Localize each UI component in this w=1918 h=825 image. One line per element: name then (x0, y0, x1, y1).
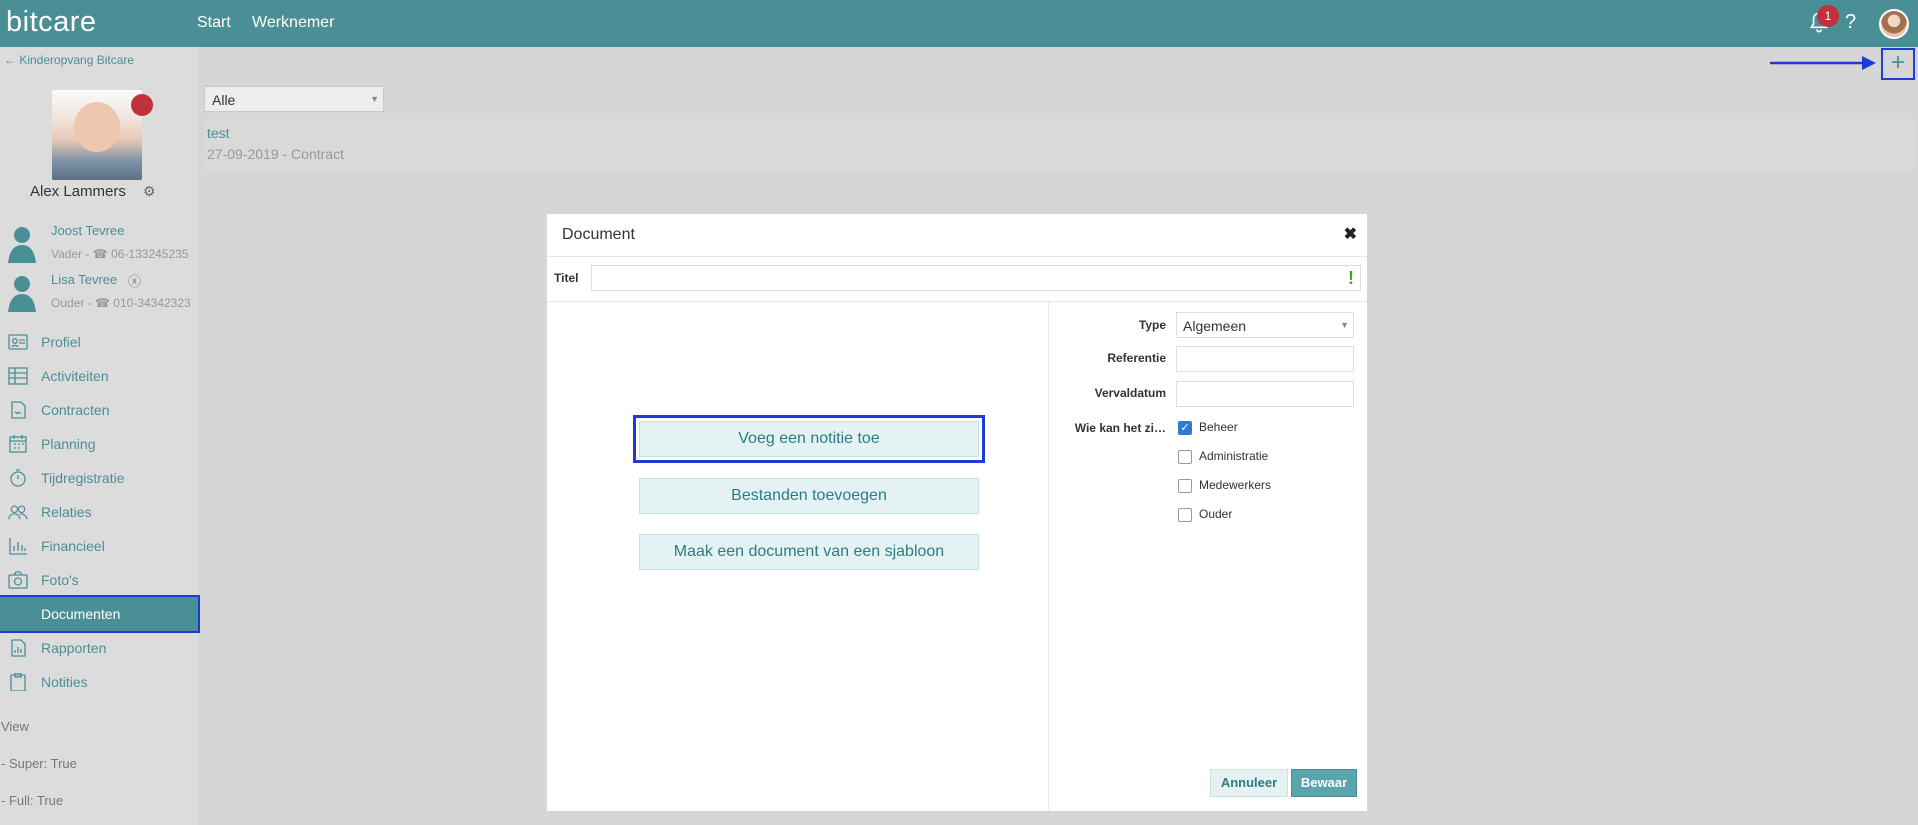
folders-icon (8, 607, 27, 621)
sidebar-item-label: Relaties (41, 504, 92, 520)
contact-name[interactable]: Lisa Tevree (51, 272, 117, 287)
cancel-button[interactable]: Annuleer (1210, 769, 1288, 797)
filter-selected-value: Alle (212, 92, 236, 108)
checkbox-administratie[interactable] (1178, 450, 1192, 464)
sidebar-item-tijdregistratie[interactable]: Tijdregistratie (0, 461, 198, 495)
required-warning-icon: ! (1348, 268, 1354, 288)
contact-info: Ouder - ☎ 010-34342323 (51, 296, 191, 310)
chevron-down-icon: ▼ (370, 94, 379, 104)
camera-icon (8, 571, 28, 589)
add-files-button[interactable]: Bestanden toevoegen (639, 478, 979, 514)
expiry-date-input[interactable] (1176, 381, 1354, 407)
sidebar-item-label: Activiteiten (41, 368, 109, 384)
stopwatch-icon (10, 469, 26, 487)
sidebar-item-label: Planning (41, 436, 96, 452)
save-button[interactable]: Bewaar (1291, 769, 1357, 797)
add-document-button[interactable]: + (1881, 48, 1915, 80)
sidebar-item-label: Profiel (41, 334, 81, 350)
checkbox-beheer[interactable]: ✓ (1178, 421, 1192, 435)
sidebar-item-notities[interactable]: Notities (0, 665, 198, 699)
type-label: Type (1138, 318, 1166, 332)
status-dot (131, 94, 153, 116)
checkbox-medewerkers[interactable] (1178, 479, 1192, 493)
person-silhouette-icon (8, 276, 36, 312)
bar-chart-icon (9, 538, 27, 555)
template-document-button[interactable]: Maak een document van een sjabloon (639, 534, 979, 570)
document-filter-select[interactable]: Alle ▼ (204, 86, 384, 112)
sidebar-item-financieel[interactable]: Financieel (0, 529, 198, 563)
help-icon[interactable]: ? (1845, 11, 1856, 34)
divider (547, 256, 1367, 257)
divider (1048, 302, 1049, 810)
title-input[interactable]: ! (591, 265, 1361, 291)
modal-title: Document (562, 226, 635, 243)
sidebar-item-documenten[interactable]: Documenten (0, 595, 200, 633)
child-name: Alex Lammers (30, 183, 126, 200)
calendar-icon (9, 435, 27, 453)
sidebar-item-rapporten[interactable]: Rapporten (0, 631, 198, 665)
close-icon[interactable]: ✖ (1344, 224, 1357, 244)
sidebar-item-relaties[interactable]: Relaties (0, 495, 198, 529)
visibility-label: Wie kan het zi… (1074, 421, 1166, 435)
expiry-date-label: Vervaldatum (1094, 386, 1166, 400)
annotation-arrow (1770, 56, 1876, 70)
document-modal: Document ✖ Titel ! Voeg een notitie toe … (547, 214, 1367, 811)
nav-start[interactable]: Start (197, 14, 231, 32)
document-title[interactable]: test (207, 125, 230, 141)
sidebar-item-label: Contracten (41, 402, 110, 418)
divider (547, 301, 1367, 302)
document-list-item[interactable]: test 27-09-2019 - Contract (204, 118, 1914, 172)
contact-item[interactable]: Lisa Tevree ⓧ Ouder - ☎ 010-34342323 (0, 272, 198, 322)
sidebar-item-profiel[interactable]: Profiel (0, 325, 198, 359)
id-card-icon (8, 334, 28, 350)
remove-contact-icon[interactable]: ⓧ (128, 271, 141, 290)
user-avatar[interactable] (1879, 9, 1909, 39)
sidebar-item-label: Notities (41, 674, 88, 690)
debug-view-label: View (1, 719, 29, 734)
sidebar-item-fotos[interactable]: Foto's (0, 563, 198, 597)
gear-icon[interactable]: ⚙ (143, 183, 156, 200)
checkbox-ouder[interactable] (1178, 508, 1192, 522)
app-logo[interactable]: bitcare (6, 6, 97, 39)
add-note-button[interactable]: Voeg een notitie toe (633, 415, 985, 463)
debug-full: - Full: True (1, 793, 64, 808)
people-icon (8, 505, 28, 520)
sidebar-item-label: Rapporten (41, 640, 107, 656)
type-select[interactable]: Algemeen ▼ (1176, 312, 1354, 338)
contact-name[interactable]: Joost Tevree (51, 223, 124, 238)
checkbox-label: Ouder (1199, 507, 1233, 521)
sidebar: ← Kinderopvang Bitcare Alex Lammers ⚙ Jo… (0, 47, 200, 825)
title-field-label: Titel (554, 271, 579, 285)
sidebar-item-label: Foto's (41, 572, 79, 588)
sidebar-item-activiteiten[interactable]: Activiteiten (0, 359, 198, 393)
chevron-down-icon: ▼ (1340, 320, 1349, 330)
contract-icon (11, 401, 26, 419)
reference-input[interactable] (1176, 346, 1354, 372)
reference-label: Referentie (1107, 351, 1166, 365)
checkbox-label: Administratie (1199, 449, 1269, 463)
clipboard-icon (10, 673, 26, 691)
sidebar-item-planning[interactable]: Planning (0, 427, 198, 461)
notification-badge[interactable]: 1 (1817, 5, 1839, 27)
sidebar-item-contracten[interactable]: Contracten (0, 393, 198, 427)
checkbox-label: Beheer (1199, 420, 1238, 434)
nav-werknemer[interactable]: Werknemer (252, 14, 334, 32)
contact-item[interactable]: Joost Tevree Vader - ☎ 06-133245235 (0, 223, 198, 273)
type-selected-value: Algemeen (1183, 318, 1247, 334)
person-silhouette-icon (8, 227, 36, 263)
top-bar: bitcare Start Werknemer 1 ? (0, 0, 1918, 47)
debug-super: - Super: True (1, 756, 77, 771)
sidebar-item-label: Tijdregistratie (41, 470, 125, 486)
checkbox-label: Medewerkers (1199, 478, 1272, 492)
sidebar-item-label: Documenten (41, 606, 121, 622)
report-icon (11, 639, 26, 657)
contact-info: Vader - ☎ 06-133245235 (51, 247, 189, 261)
table-icon (8, 367, 28, 385)
child-photo (52, 90, 142, 180)
document-meta: 27-09-2019 - Contract (207, 146, 344, 162)
back-link[interactable]: ← Kinderopvang Bitcare (4, 53, 134, 67)
sidebar-item-label: Financieel (41, 538, 105, 554)
